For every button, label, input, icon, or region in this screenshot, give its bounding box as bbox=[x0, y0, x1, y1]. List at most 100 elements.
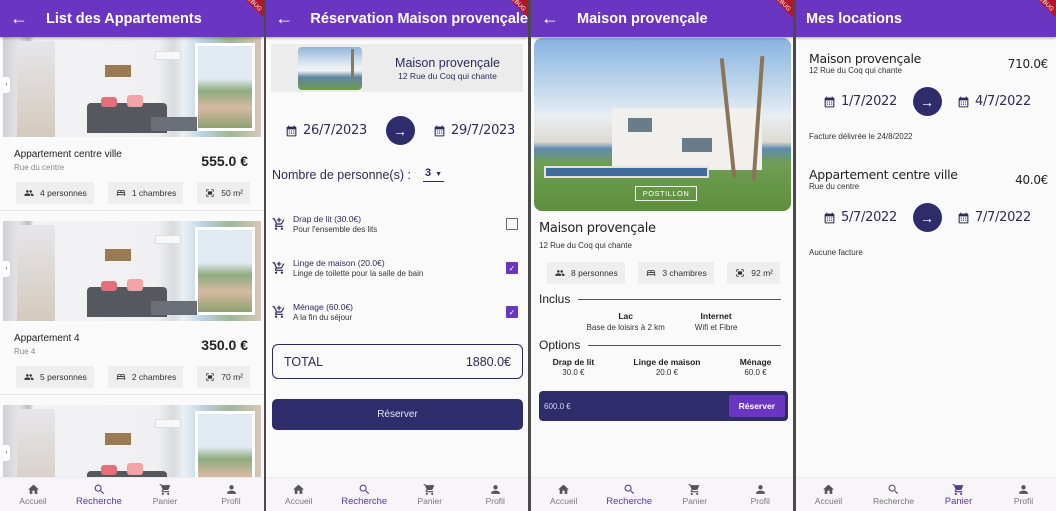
apartment-list-screen: ← List des Appartements DEBUG ‹ Appartem… bbox=[0, 0, 264, 511]
area-chip: 70 m² bbox=[197, 366, 250, 388]
rental-address: 12 Rue du Coq qui chante bbox=[809, 66, 902, 75]
search-icon bbox=[623, 483, 636, 496]
rental-item[interactable]: Appartement centre ville Rue du centre 4… bbox=[796, 141, 1056, 257]
property-photo: POSTILLON bbox=[534, 38, 791, 211]
nav-recherche[interactable]: Recherche bbox=[66, 478, 132, 511]
rental-price: 40.0€ bbox=[1015, 173, 1048, 187]
nav-profil[interactable]: Profil bbox=[198, 478, 264, 511]
option-item: Linge de maison 20.0 € bbox=[633, 357, 701, 377]
rental-end-date: 4/7/2022 bbox=[957, 94, 1031, 109]
booking-price: 600.0 € bbox=[544, 401, 571, 411]
option-row[interactable]: Drap de lit (30.0€) Pour l'ensemble des l… bbox=[266, 202, 528, 246]
rooms-chip: 3 chambres bbox=[638, 262, 714, 284]
cart-icon bbox=[423, 483, 436, 496]
persons-dropdown[interactable]: 3 ▼ bbox=[422, 167, 445, 182]
rental-name: Appartement centre ville bbox=[809, 167, 958, 182]
persons-label: Nombre de personne(s) : bbox=[272, 167, 411, 182]
nav-accueil[interactable]: Accueil bbox=[266, 478, 332, 511]
persons-chip: 4 personnes bbox=[16, 182, 94, 204]
back-arrow-icon[interactable]: ← bbox=[266, 8, 302, 29]
rental-start-date: 1/7/2022 bbox=[823, 94, 897, 109]
apartment-name: Appartement centre ville bbox=[14, 149, 122, 160]
apartment-card[interactable]: ‹ bbox=[0, 395, 264, 477]
arrow-right-icon: → bbox=[385, 116, 415, 145]
calendar-icon bbox=[433, 124, 446, 138]
persons-chip: 8 personnes bbox=[547, 262, 625, 284]
person-icon bbox=[225, 483, 238, 496]
search-icon bbox=[93, 483, 106, 496]
nav-profil[interactable]: Profil bbox=[728, 478, 794, 511]
nav-recherche[interactable]: Recherche bbox=[332, 478, 398, 511]
area-icon bbox=[204, 372, 216, 382]
home-icon bbox=[822, 483, 835, 496]
rental-price: 710.0€ bbox=[1007, 57, 1049, 71]
nav-accueil[interactable]: Accueil bbox=[0, 478, 66, 511]
option-checkbox[interactable] bbox=[506, 218, 518, 230]
nav-accueil[interactable]: Accueil bbox=[531, 478, 597, 511]
cart-icon bbox=[688, 483, 701, 496]
option-title: Drap de lit (30.0€) bbox=[293, 214, 362, 224]
apartment-card[interactable]: ‹ Appartement 4 Rue 4 350.0 € 5 personne… bbox=[0, 211, 264, 395]
people-icon bbox=[554, 268, 566, 278]
search-icon bbox=[887, 483, 900, 496]
persons-chip: 5 personnes bbox=[16, 366, 94, 388]
end-date-picker[interactable]: 29/7/2023 bbox=[433, 123, 515, 138]
apartment-photo: ‹ bbox=[3, 405, 261, 477]
option-row[interactable]: Ménage (60.0€) A la fin du séjour ✓ bbox=[266, 290, 528, 334]
area-chip: 50 m² bbox=[197, 182, 250, 204]
cart-icon bbox=[952, 483, 965, 496]
arrow-right-icon: → bbox=[912, 203, 942, 232]
apartment-photo: ‹ bbox=[3, 37, 261, 137]
nav-recherche[interactable]: Recherche bbox=[597, 478, 663, 511]
option-subtitle: Pour l'ensemble des lits bbox=[293, 225, 378, 234]
bed-icon bbox=[645, 268, 657, 278]
option-checkbox[interactable]: ✓ bbox=[506, 306, 518, 318]
property-name: Maison provençale bbox=[395, 55, 500, 70]
nav-panier[interactable]: Panier bbox=[662, 478, 728, 511]
area-icon bbox=[734, 268, 746, 278]
nav-panier[interactable]: Panier bbox=[397, 478, 463, 511]
apartment-street: Rue du centre bbox=[14, 163, 65, 172]
bed-icon bbox=[115, 188, 127, 198]
nav-profil[interactable]: Profil bbox=[991, 478, 1056, 511]
back-arrow-icon[interactable]: ← bbox=[0, 8, 38, 29]
rental-end-date: 7/7/2022 bbox=[957, 210, 1031, 225]
people-icon bbox=[23, 188, 35, 198]
rental-item[interactable]: Maison provençale 12 Rue du Coq qui chan… bbox=[796, 37, 1056, 141]
apartment-list[interactable]: ‹ Appartement centre ville Rue du centre… bbox=[0, 37, 264, 477]
person-icon bbox=[489, 483, 502, 496]
calendar-icon bbox=[957, 95, 970, 109]
carousel-prev-handle[interactable]: ‹ bbox=[3, 445, 10, 461]
app-bar: Mes locations DEBUG bbox=[796, 0, 1056, 37]
nav-recherche[interactable]: Recherche bbox=[861, 478, 926, 511]
reserve-button[interactable]: Réserver bbox=[728, 395, 785, 417]
bed-icon bbox=[115, 372, 127, 382]
screen-title: Mes locations bbox=[806, 10, 902, 27]
option-item: Drap de lit 30.0 € bbox=[552, 357, 595, 377]
option-row[interactable]: Linge de maison (20.0€) Linge de toilette… bbox=[266, 246, 528, 290]
nav-accueil[interactable]: Accueil bbox=[796, 478, 861, 511]
bottom-nav: Accueil Recherche Panier Profil bbox=[0, 477, 264, 511]
photo-watermark: POSTILLON bbox=[635, 186, 697, 201]
invoice-status: Facture délivrée le 24/8/2022 bbox=[809, 132, 913, 141]
included-item: Internet Wifi et Fibre bbox=[694, 311, 738, 332]
carousel-prev-handle[interactable]: ‹ bbox=[3, 77, 10, 93]
search-icon bbox=[358, 483, 371, 496]
nav-panier[interactable]: Panier bbox=[132, 478, 198, 511]
total-box: TOTAL 1880.0€ bbox=[272, 344, 523, 379]
apartment-card[interactable]: ‹ Appartement centre ville Rue du centre… bbox=[0, 37, 264, 211]
area-icon bbox=[204, 188, 216, 198]
start-date-picker[interactable]: 26/7/2023 bbox=[285, 123, 367, 138]
person-icon bbox=[1017, 483, 1030, 496]
options-section-header: Options bbox=[531, 338, 793, 352]
reserve-button[interactable]: Réserver bbox=[272, 399, 523, 430]
nav-profil[interactable]: Profil bbox=[463, 478, 529, 511]
nav-panier[interactable]: Panier bbox=[926, 478, 991, 511]
booking-bar: 600.0 € Réserver bbox=[539, 391, 788, 421]
calendar-icon bbox=[823, 211, 836, 225]
carousel-prev-handle[interactable]: ‹ bbox=[3, 261, 10, 277]
option-checkbox[interactable]: ✓ bbox=[506, 262, 518, 274]
app-bar: ← Maison provençale DEBUG bbox=[531, 0, 793, 37]
option-subtitle: A la fin du séjour bbox=[293, 313, 353, 322]
back-arrow-icon[interactable]: ← bbox=[531, 8, 569, 29]
